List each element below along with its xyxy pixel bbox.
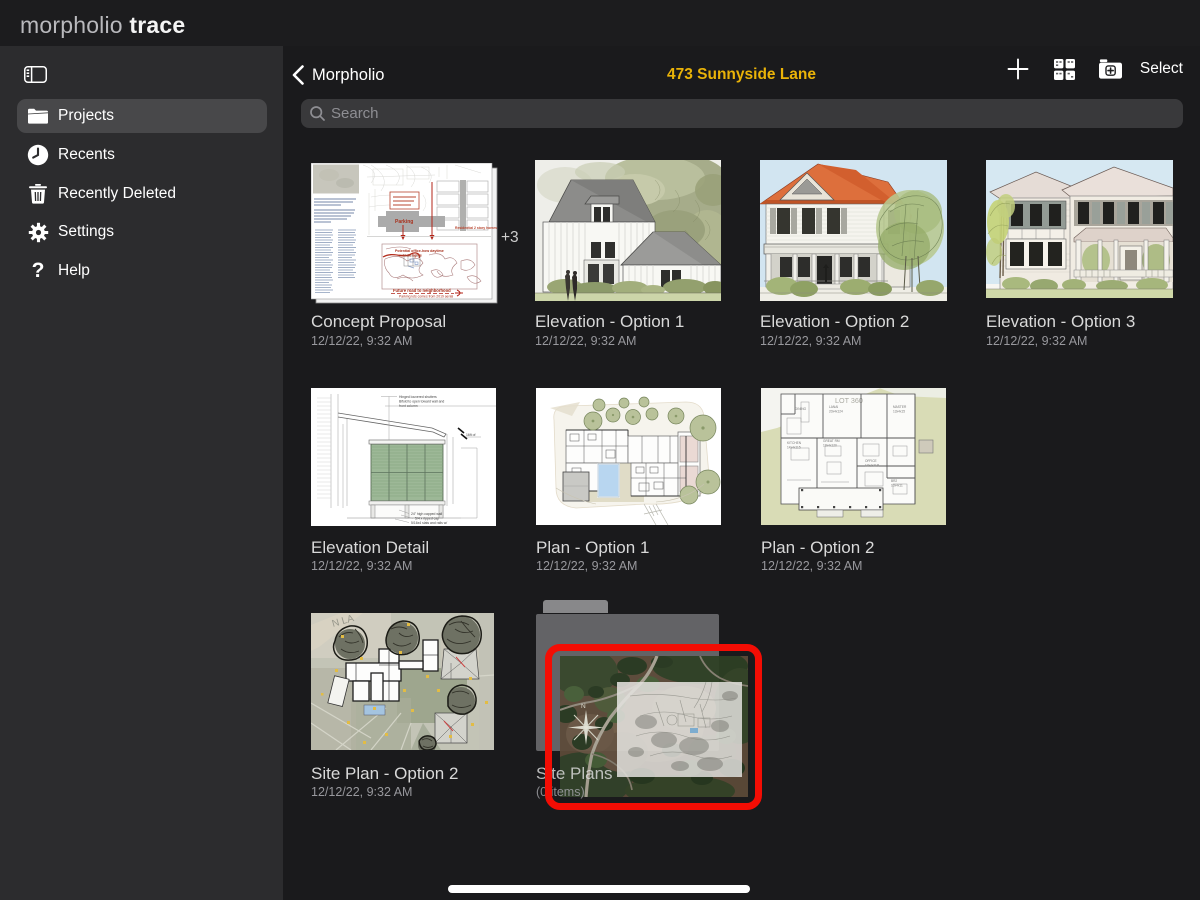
svg-text:16ft of: 16ft of (466, 433, 475, 437)
svg-text:24" high capped wall: 24" high capped wall (411, 512, 442, 516)
svg-text:12x4x11'6: 12x4x11'6 (865, 464, 879, 468)
svg-text:20x4x124: 20x4x124 (829, 410, 843, 414)
svg-text:5/16x4 slats and rails w/: 5/16x4 slats and rails w/ (411, 521, 447, 525)
svg-text:Potential office-how daytime: Potential office-how daytime (395, 249, 444, 253)
svg-text:vehicle lights: vehicle lights (399, 254, 422, 258)
svg-text:BR2: BR2 (891, 479, 897, 483)
svg-text:Residential 2 story homes: Residential 2 story homes (455, 226, 497, 230)
svg-text:LANAI: LANAI (829, 405, 838, 409)
svg-text:GREAT RM: GREAT RM (823, 439, 840, 443)
svg-text:KITCHEN: KITCHEN (787, 441, 802, 445)
svg-text:DINING: DINING (795, 407, 807, 411)
svg-text:OFFICE: OFFICE (865, 459, 877, 463)
svg-text:14x4x115: 14x4x115 (787, 446, 801, 450)
svg-text:Future road to neighborhood: Future road to neighborhood (393, 288, 451, 293)
svg-text:Bifold to open toward wall and: Bifold to open toward wall and (399, 400, 444, 404)
svg-text:5/4 x ripped cap: 5/4 x ripped cap (415, 517, 439, 521)
svg-text:LOT 360: LOT 360 (835, 396, 863, 405)
svg-text:19x4x120: 19x4x120 (823, 444, 837, 448)
svg-text:10x4x11: 10x4x11 (891, 484, 903, 488)
svg-text:13x4x15: 13x4x15 (893, 410, 905, 414)
svg-text:Parking: Parking (395, 219, 413, 225)
svg-text:MASTER: MASTER (893, 405, 907, 409)
svg-text:Hinged louvered shutters: Hinged louvered shutters (399, 395, 437, 399)
svg-text:Parking lots comes from 2019 a: Parking lots comes from 2019 aerial (399, 295, 453, 299)
